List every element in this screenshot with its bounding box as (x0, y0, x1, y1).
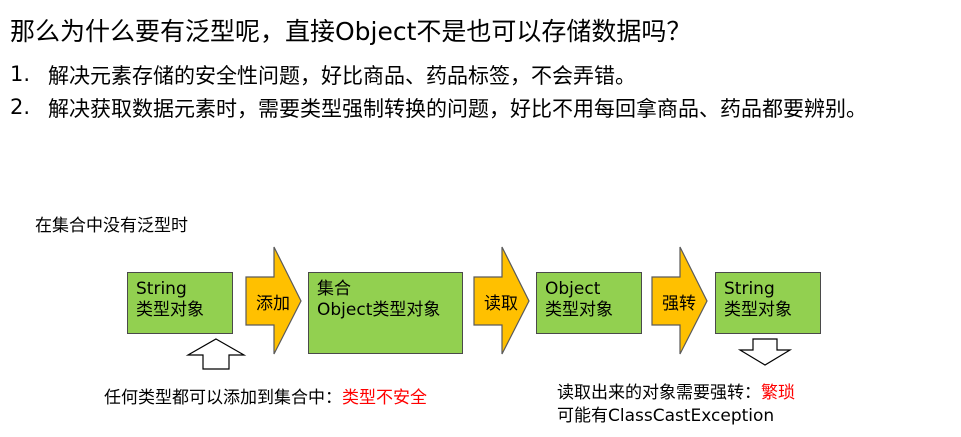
box-line1: Object (545, 279, 601, 299)
string-object-box-source: String 类型对象 (127, 272, 233, 334)
add-arrow-label: 添加 (256, 294, 290, 314)
note-cast: 读取出来的对象需要强转：繁琐 (557, 378, 795, 403)
list-item-text: 解决元素存储的安全性问题，好比商品、药品标签，不会弄错。 (48, 64, 636, 88)
note-text: 任何类型都可以添加到集合中： (104, 388, 342, 408)
note-unsafe: 任何类型都可以添加到集合中：类型不安全 (104, 383, 427, 408)
list-item-number: 2. (10, 95, 31, 119)
list-item-number: 1. (10, 62, 31, 86)
box-line1: 集合 (317, 279, 351, 299)
collection-object-box: 集合 Object类型对象 (308, 272, 463, 354)
down-arrow-icon (737, 338, 793, 366)
box-line2: Object类型对象 (317, 300, 441, 320)
object-type-box: Object 类型对象 (536, 272, 642, 334)
diagram-subtitle: 在集合中没有泛型时 (35, 216, 188, 236)
page-title: 那么为什么要有泛型呢，直接Object不是也可以存储数据吗？ (10, 17, 692, 46)
list-item-text: 解决获取数据元素时，需要类型强制转换的问题，好比不用每回拿商品、药品都要辨别。 (48, 97, 867, 121)
box-line2: 类型对象 (545, 300, 613, 320)
note-highlight: 类型不安全 (342, 388, 427, 408)
note-exception: 可能有ClassCastException (557, 406, 775, 426)
box-line2: 类型对象 (136, 300, 204, 320)
note-text: 读取出来的对象需要强转： (557, 383, 761, 403)
cast-arrow-label: 强转 (662, 294, 696, 314)
box-line1: String (136, 279, 187, 299)
up-arrow-icon (185, 338, 247, 370)
box-line2: 类型对象 (724, 300, 792, 320)
string-object-box-result: String 类型对象 (715, 272, 821, 334)
read-arrow-label: 读取 (484, 294, 518, 314)
box-line1: String (724, 279, 775, 299)
note-highlight: 繁琐 (761, 383, 795, 403)
